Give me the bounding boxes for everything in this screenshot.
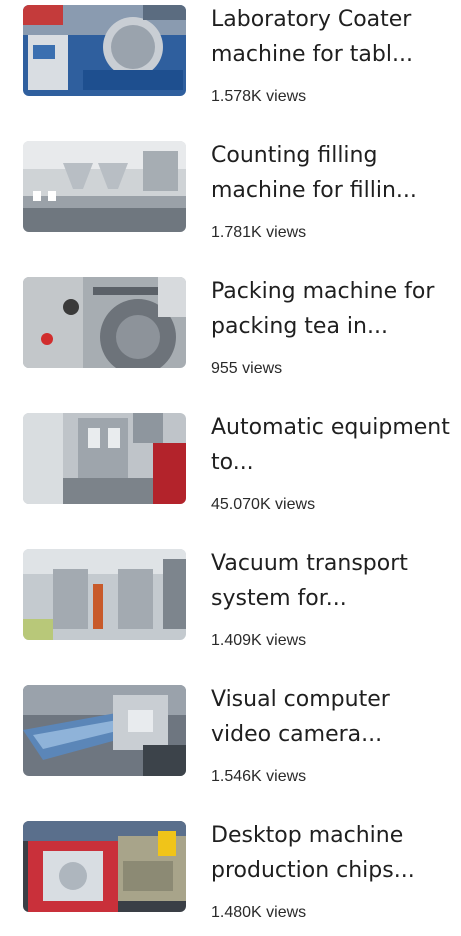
- view-count: 1.546K views: [211, 768, 307, 785]
- video-thumbnail[interactable]: [23, 821, 186, 912]
- view-count: 955 views: [211, 360, 283, 377]
- video-title[interactable]: Counting filling machine for fillin...: [211, 138, 451, 208]
- video-thumbnail[interactable]: [23, 413, 186, 504]
- view-count: 1.578K views: [211, 88, 307, 105]
- video-title[interactable]: Vacuum transport system for...: [211, 546, 451, 616]
- video-item[interactable]: Desktop machine production chips... 1.48…: [0, 816, 461, 936]
- video-title[interactable]: Packing machine for packing tea in...: [211, 274, 451, 344]
- video-item[interactable]: Counting filling machine for fillin... 1…: [0, 136, 461, 256]
- video-list: Laboratory Coater machine for tabl... 1.…: [0, 0, 461, 925]
- video-thumbnail[interactable]: [23, 277, 186, 368]
- video-thumbnail[interactable]: [23, 5, 186, 96]
- view-count: 45.070K views: [211, 496, 316, 513]
- video-thumbnail[interactable]: [23, 685, 186, 776]
- video-title[interactable]: Desktop machine production chips...: [211, 818, 451, 888]
- video-title[interactable]: Visual computer video camera...: [211, 682, 451, 752]
- video-thumbnail[interactable]: [23, 141, 186, 232]
- video-item[interactable]: Visual computer video camera... 1.546K v…: [0, 680, 461, 800]
- video-item[interactable]: Automatic equipment to... 45.070K views: [0, 408, 461, 528]
- view-count: 1.409K views: [211, 632, 307, 649]
- video-title[interactable]: Automatic equipment to...: [211, 410, 451, 480]
- video-title[interactable]: Laboratory Coater machine for tabl...: [211, 2, 451, 72]
- video-item[interactable]: Vacuum transport system for... 1.409K vi…: [0, 544, 461, 664]
- video-thumbnail[interactable]: [23, 549, 186, 640]
- view-count: 1.781K views: [211, 224, 307, 241]
- video-item[interactable]: Packing machine for packing tea in... 95…: [0, 272, 461, 392]
- view-count: 1.480K views: [211, 904, 307, 921]
- video-item[interactable]: Laboratory Coater machine for tabl... 1.…: [0, 0, 461, 120]
